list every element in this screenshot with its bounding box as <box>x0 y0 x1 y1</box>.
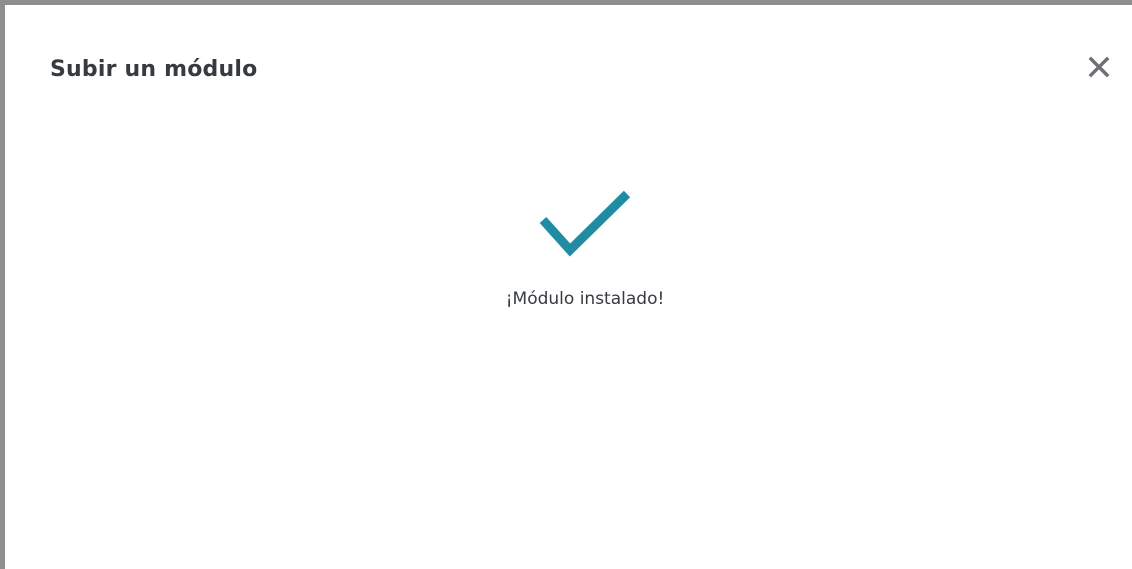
close-button[interactable] <box>1083 51 1115 83</box>
close-icon <box>1088 56 1110 78</box>
upload-module-modal: Subir un módulo ¡Módulo instalado! <box>5 5 1132 569</box>
status-message: ¡Módulo instalado! <box>505 289 665 309</box>
checkmark-icon <box>539 190 631 257</box>
modal-title: Subir un módulo <box>50 57 258 82</box>
